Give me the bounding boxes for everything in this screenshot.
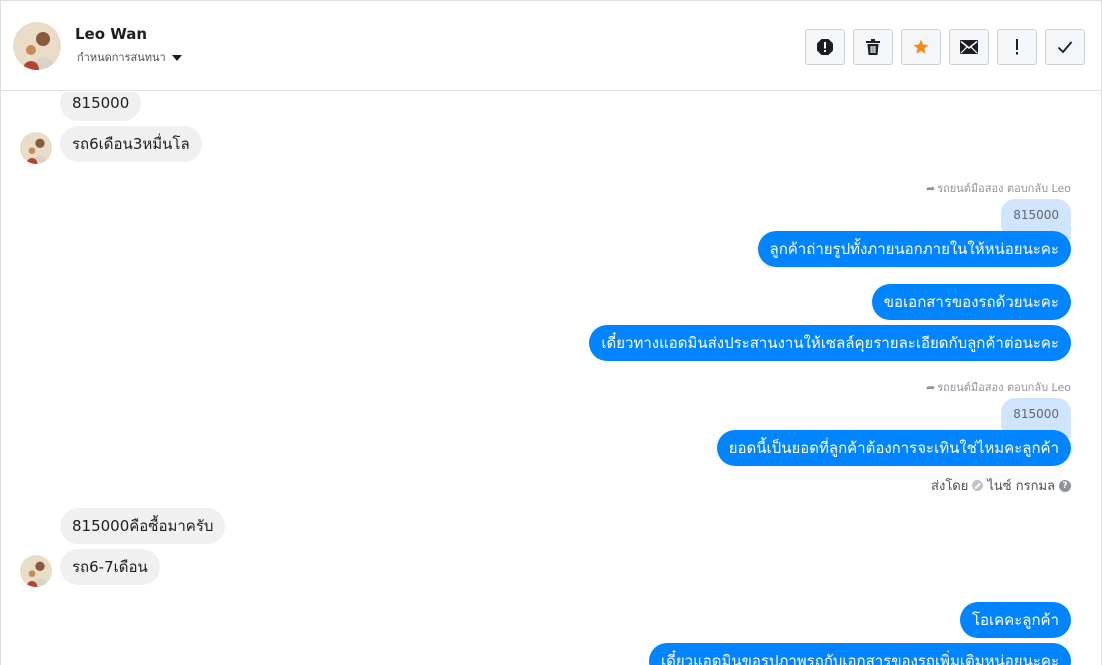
message-outgoing[interactable]: ลูกค้าถ่ายรูปทั้งภายนอกภายในให้หน่อยนะคะ: [757, 231, 1071, 267]
message-outgoing[interactable]: โอเคคะลูกค้า: [959, 602, 1071, 638]
message-incoming[interactable]: รถ6เดือน3หมื่นโล: [60, 126, 202, 162]
report-icon: [817, 39, 833, 55]
assign-label: กำหนดการสนทนา: [77, 51, 166, 64]
reply-arrow-icon: ➦: [926, 181, 936, 195]
sent-by-label: ส่งโดย: [931, 479, 969, 494]
star-icon: [913, 39, 929, 54]
message-incoming[interactable]: 815000คือซื้อมาครับ: [60, 508, 226, 544]
conversation-panel: Leo Wan กำหนดการสนทนา 815000 รถ6เดือน3หม…: [0, 0, 1102, 665]
sent-by-info: ส่งโดย ไนซ์ กรกมล ?: [931, 475, 1071, 496]
envelope-icon: [960, 40, 978, 54]
caret-down-icon: [171, 54, 182, 61]
message-thread[interactable]: 815000 รถ6เดือน3หมื่นโล ➦ รถยนต์มือสอง ต…: [1, 92, 1101, 665]
action-toolbar: [805, 29, 1085, 65]
avatar: [20, 132, 52, 164]
mark-done-button[interactable]: [1045, 29, 1085, 65]
message-outgoing[interactable]: ขอเอกสารของรถด้วยนะคะ: [871, 284, 1071, 320]
help-icon[interactable]: ?: [1059, 479, 1071, 492]
message-outgoing[interactable]: เดี๋ยวทางแอดมินส่งประสานงานให้เซลล์คุยรา…: [589, 325, 1071, 361]
report-button[interactable]: [805, 29, 845, 65]
reply-note: ➦ รถยนต์มือสอง ตอบกลับ Leo: [926, 378, 1071, 396]
reply-note-text: รถยนต์มือสอง ตอบกลับ Leo: [937, 182, 1071, 195]
checkmark-icon: [1057, 41, 1073, 54]
assign-conversation-dropdown[interactable]: กำหนดการสนทนา: [77, 48, 182, 66]
message-outgoing[interactable]: ยอดนี้เป็นยอดที่ลูกค้าต้องการจะเทินใช่ไห…: [716, 430, 1071, 466]
contact-name[interactable]: Leo Wan: [75, 25, 147, 43]
star-button[interactable]: [901, 29, 941, 65]
reply-note: ➦ รถยนต์มือสอง ตอบกลับ Leo: [926, 179, 1071, 197]
message-outgoing[interactable]: เดี๋ยวแอดมินขอรูปภาพรถกับเอกสารของรถเพิ่…: [649, 643, 1071, 665]
reply-arrow-icon: ➦: [926, 380, 936, 394]
trash-icon: [866, 39, 880, 55]
avatar: [20, 555, 52, 587]
sent-by-name: ไนซ์ กรกมล: [987, 479, 1055, 494]
agent-status-icon: [972, 480, 984, 491]
message-incoming[interactable]: 815000: [60, 92, 142, 121]
reply-note-text: รถยนต์มือสอง ตอบกลับ Leo: [937, 381, 1071, 394]
delete-button[interactable]: [853, 29, 893, 65]
message-incoming[interactable]: รถ6-7เดือน: [60, 549, 160, 585]
avatar[interactable]: [13, 22, 61, 70]
mark-unread-button[interactable]: [949, 29, 989, 65]
exclamation-icon: [1016, 39, 1018, 55]
conversation-header: Leo Wan กำหนดการสนทนา: [1, 1, 1101, 91]
mark-spam-button[interactable]: [997, 29, 1037, 65]
